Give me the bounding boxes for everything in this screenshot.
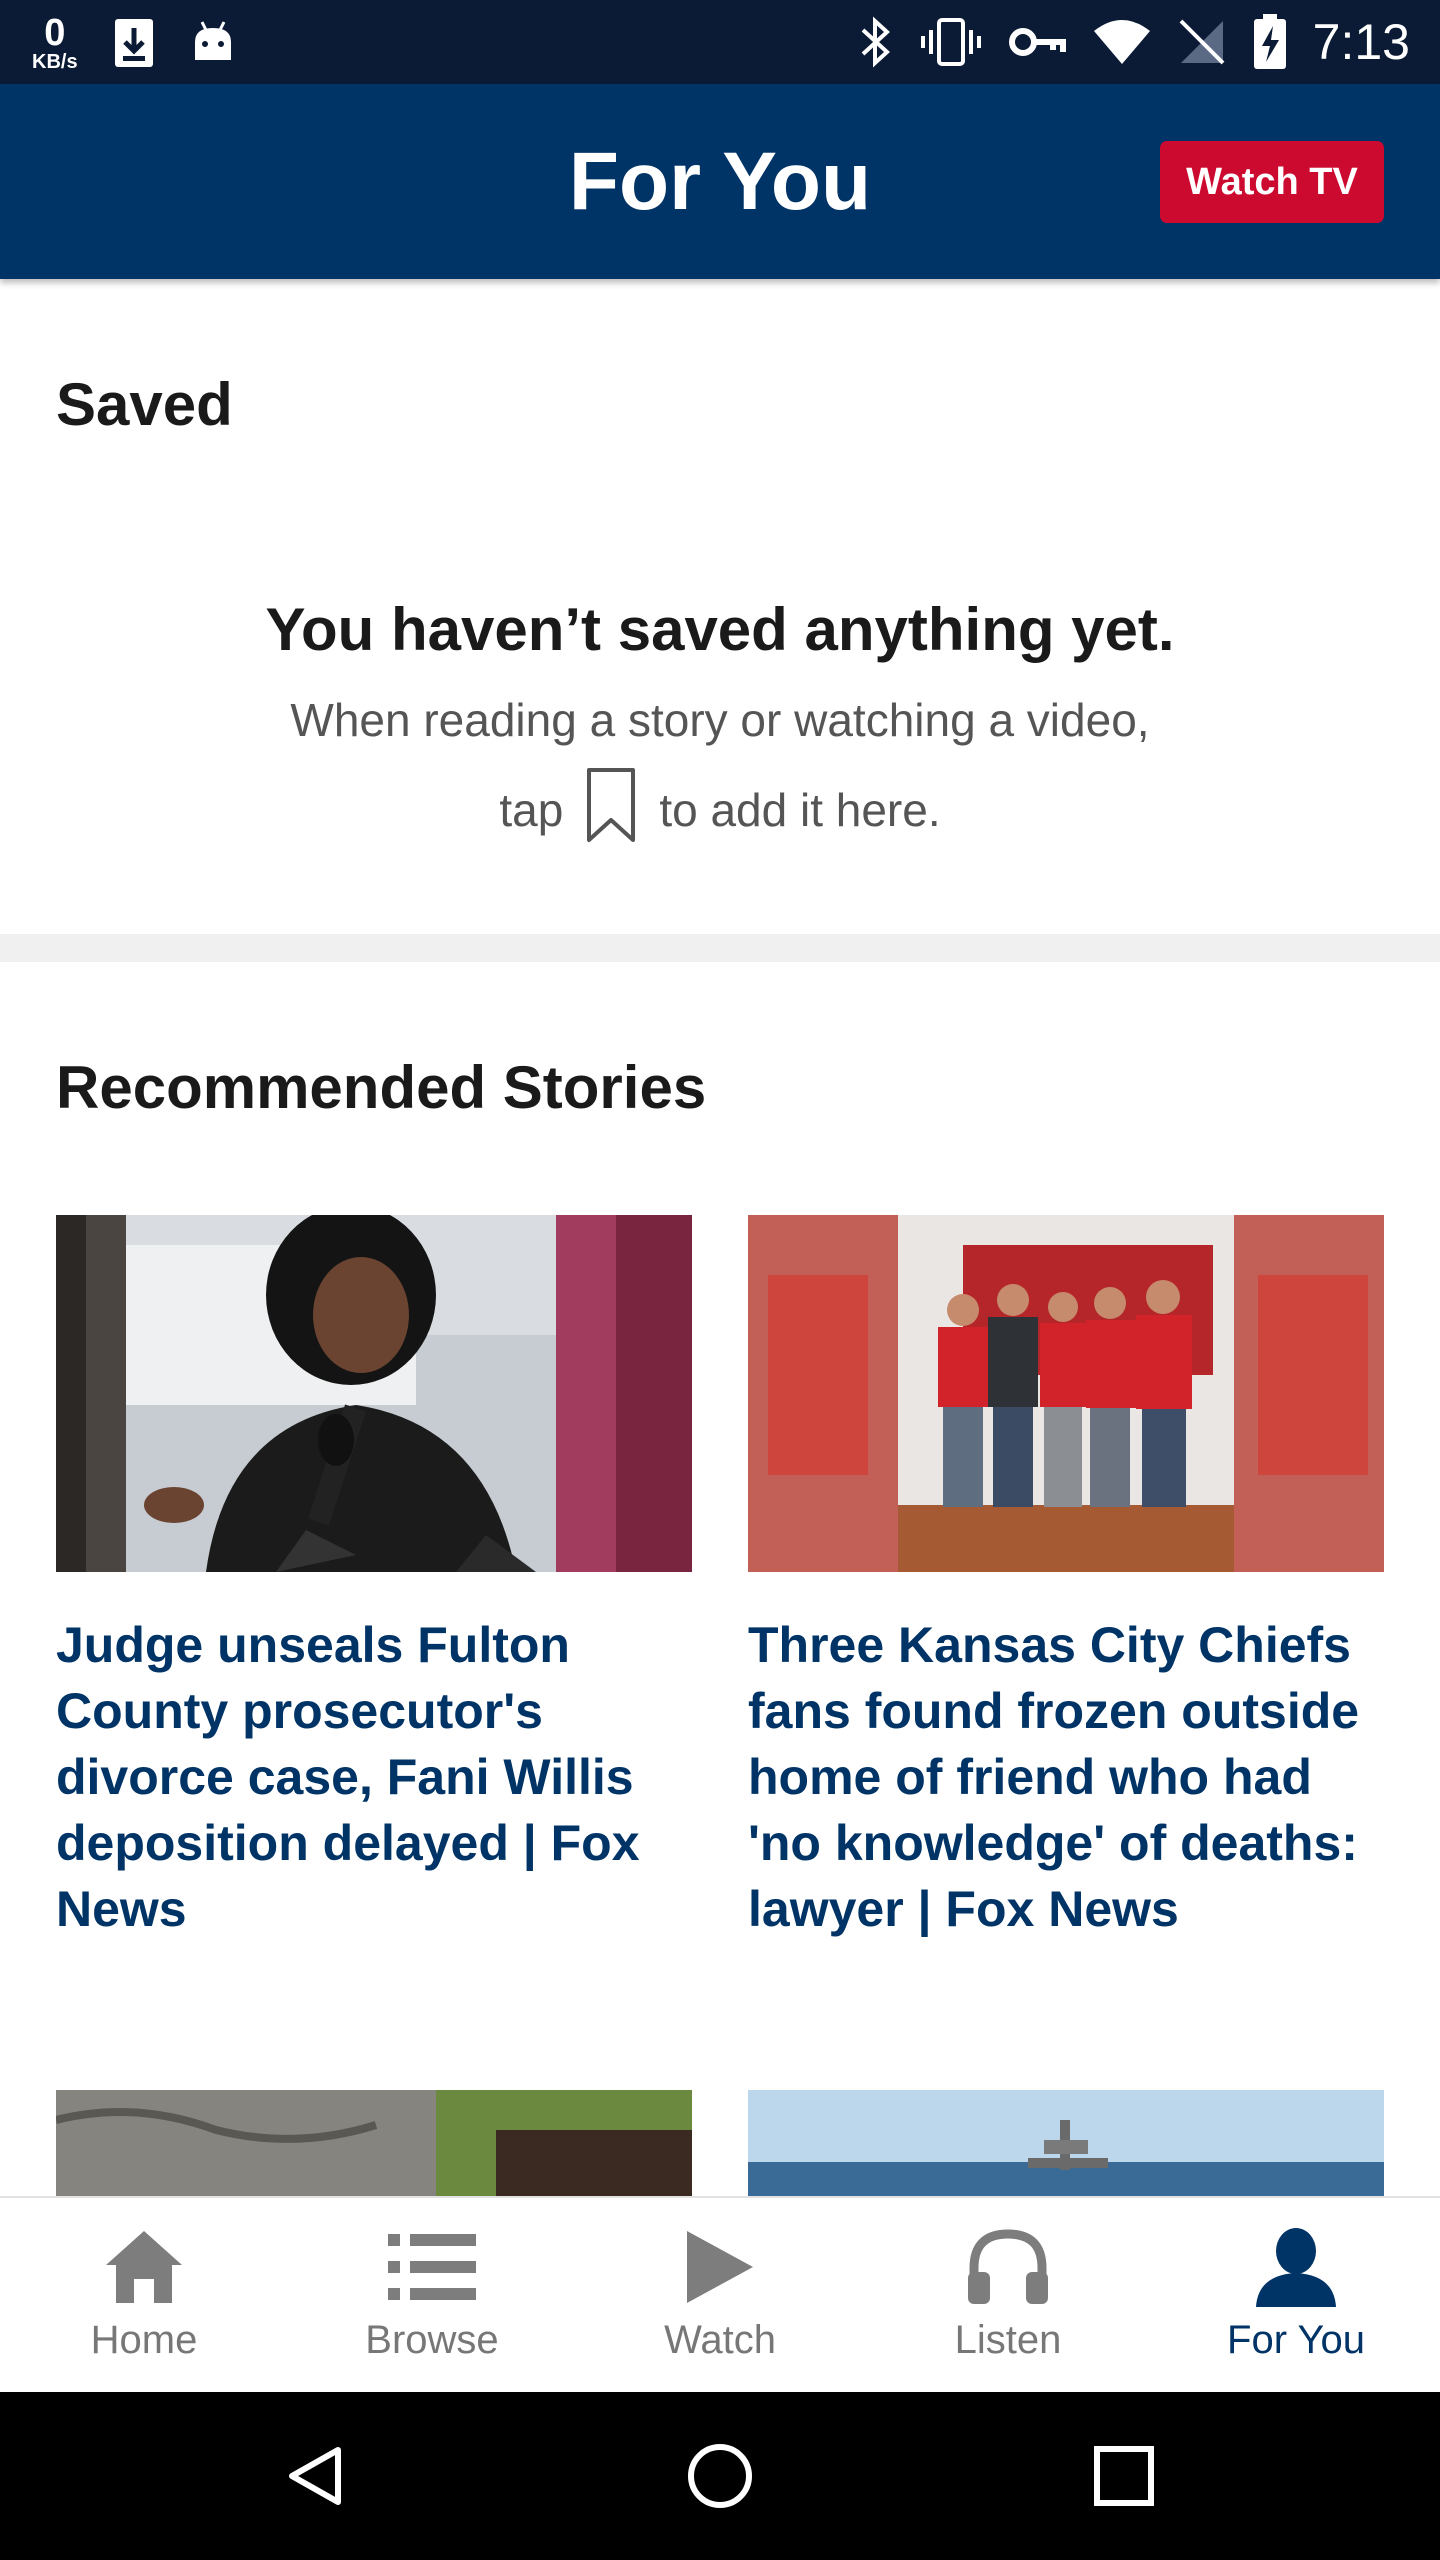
story-image-chiefs-fans[interactable]	[748, 1215, 1384, 1572]
headphones-icon	[966, 2226, 1050, 2308]
vibrate-icon	[919, 16, 983, 68]
watch-tv-button[interactable]: Watch TV	[1160, 141, 1384, 223]
nav-watch[interactable]: Watch	[576, 2198, 864, 2394]
app-bar: For You Watch TV	[0, 84, 1440, 279]
nav-home[interactable]: Home	[0, 2198, 288, 2394]
nav-label: Watch	[664, 2318, 776, 2362]
status-left: 0 KB/s	[32, 8, 236, 78]
section-divider	[0, 934, 1440, 962]
bottom-navigation: Home Browse Watch Listen For You	[0, 2196, 1440, 2394]
nav-browse[interactable]: Browse	[288, 2198, 576, 2394]
story-image-woman-speaking[interactable]	[56, 1215, 692, 1572]
status-bar: 0 KB/s 7:13	[0, 0, 1440, 84]
empty-state-text: When reading a story or watching a video…	[290, 694, 1150, 746]
empty-state-instruction: tap to add it here.	[0, 765, 1440, 855]
empty-state-prefix: tap	[499, 784, 564, 836]
vpn-key-icon	[1008, 22, 1067, 62]
list-icon	[388, 2226, 476, 2308]
recommended-section-title: Recommended Stories	[56, 1054, 707, 1121]
story-card[interactable]: Judge unseals Fulton County prosecutor's…	[56, 1215, 692, 1942]
network-speed-value: 0	[44, 12, 66, 54]
bluetooth-icon	[859, 16, 893, 68]
home-icon	[104, 2226, 184, 2308]
bookmark-icon	[585, 766, 637, 855]
home-button-icon[interactable]	[670, 2426, 770, 2526]
empty-state-suffix: to add it here.	[659, 784, 941, 836]
no-sim-icon	[1177, 17, 1227, 67]
nav-label: Listen	[954, 2318, 1062, 2362]
network-speed-unit: KB/s	[32, 51, 78, 73]
story-title[interactable]: Judge unseals Fulton County prosecutor's…	[56, 1612, 692, 1942]
empty-state-heading: You haven’t saved anything yet.	[265, 596, 1175, 663]
download-icon	[114, 18, 154, 68]
story-image-navy-ship[interactable]	[748, 2090, 1384, 2200]
story-title[interactable]: Three Kansas City Chiefs fans found froz…	[748, 1612, 1384, 1942]
wifi-icon	[1093, 19, 1151, 65]
recents-icon[interactable]	[1074, 2426, 1174, 2526]
system-navigation-bar	[0, 2392, 1440, 2560]
status-right: 7:13	[859, 0, 1410, 84]
battery-charging-icon	[1253, 14, 1287, 70]
nav-listen[interactable]: Listen	[864, 2198, 1152, 2394]
back-icon[interactable]	[266, 2426, 366, 2526]
status-time: 7:13	[1312, 14, 1410, 70]
nav-label: Browse	[365, 2318, 499, 2362]
story-image-border-fence[interactable]	[56, 2090, 692, 2200]
nav-label: For You	[1227, 2318, 1365, 2362]
saved-section-title: Saved	[56, 371, 233, 438]
android-icon	[190, 20, 236, 66]
nav-for-you[interactable]: For You	[1152, 2198, 1440, 2394]
play-icon	[685, 2226, 755, 2308]
network-speed: 0 KB/s	[32, 14, 78, 72]
nav-label: Home	[90, 2318, 198, 2362]
person-icon	[1254, 2226, 1338, 2308]
story-card[interactable]: Three Kansas City Chiefs fans found froz…	[748, 1215, 1384, 1942]
